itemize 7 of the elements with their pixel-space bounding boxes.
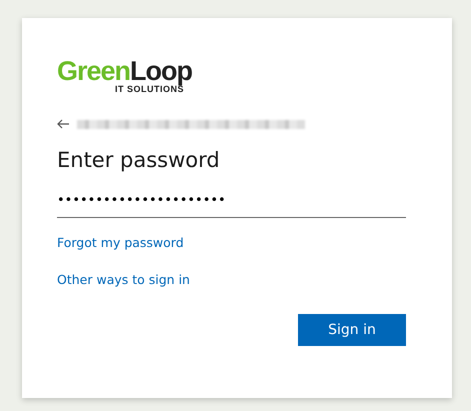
company-logo: GreenLoop IT SOLUTIONS [57, 58, 192, 94]
link[interactable]: Forgot my password [57, 234, 184, 252]
sign-in-button[interactable]: Sign in [298, 314, 406, 346]
back-arrow-icon[interactable] [57, 119, 69, 129]
page-title: Enter password [57, 148, 221, 174]
password-field[interactable]: •••••••••••••••••••••• [57, 181, 406, 218]
link[interactable]: Other ways to sign in [57, 271, 190, 290]
